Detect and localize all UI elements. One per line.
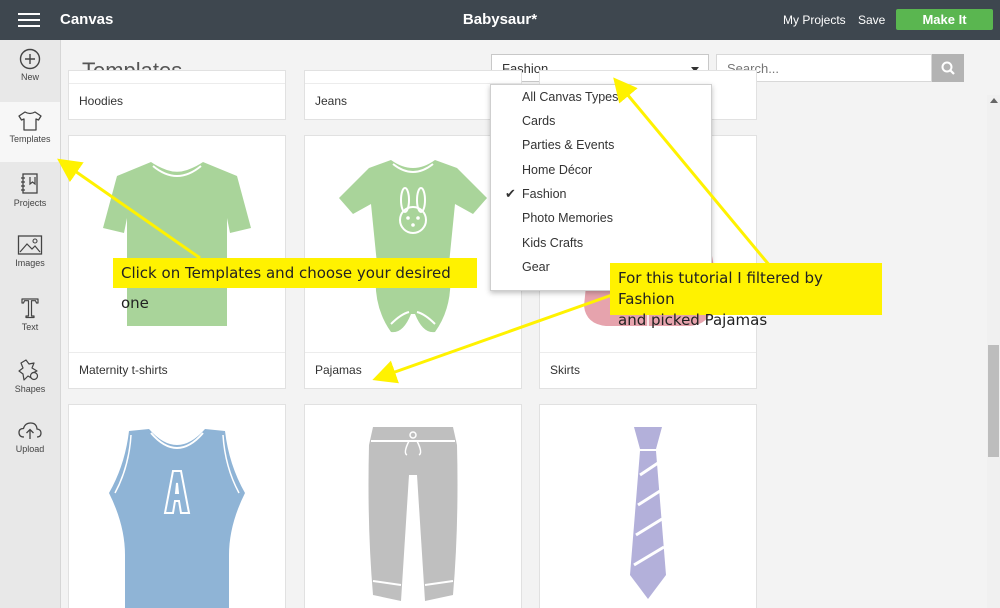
card-caption: Jeans — [305, 83, 521, 119]
template-card-pants[interactable] — [304, 404, 522, 608]
card-image — [305, 136, 521, 353]
sidebar-item-images[interactable]: Images — [0, 226, 60, 286]
sidebar-item-upload[interactable]: Upload — [0, 412, 60, 472]
sidebar-item-label: New — [20, 72, 39, 82]
dropdown-item-parties-events[interactable]: Parties & Events — [491, 133, 711, 157]
shapes-icon — [18, 359, 39, 381]
sidebar-item-label: Projects — [13, 198, 47, 208]
annotation-note-line: For this tutorial I filtered by Fashion — [618, 269, 823, 308]
card-caption: Hoodies — [69, 83, 285, 119]
dropdown-item-cards[interactable]: Cards — [491, 109, 711, 133]
scrollbar-thumb[interactable] — [988, 345, 999, 457]
plus-circle-icon — [19, 48, 41, 70]
sidebar-item-label: Templates — [9, 134, 51, 144]
dropdown-item-label: Gear — [522, 260, 550, 274]
annotation-note-line: and picked Pajamas — [618, 311, 768, 329]
category-dropdown-menu: All Canvas Types Cards Parties & Events … — [490, 84, 712, 291]
make-it-button[interactable]: Make It — [896, 9, 993, 30]
dropdown-item-all-canvas-types[interactable]: All Canvas Types — [491, 85, 711, 109]
projects-icon — [21, 173, 38, 194]
sidebar-item-new[interactable]: New — [0, 40, 60, 100]
sidebar-item-text[interactable]: Text — [0, 288, 60, 348]
sidebar-item-templates[interactable]: Templates — [0, 102, 60, 162]
annotation-note-templates: Click on Templates and choose your desir… — [113, 258, 477, 312]
sidebar-item-label: Shapes — [14, 384, 46, 394]
scroll-up-icon[interactable] — [990, 98, 998, 103]
card-caption: Pajamas — [305, 352, 521, 388]
left-sidebar: New Templates Projects Images Text Shape… — [0, 40, 61, 608]
card-caption: Maternity t-shirts — [69, 352, 285, 388]
dropdown-item-label: Home Décor — [522, 163, 593, 177]
text-icon — [21, 298, 39, 319]
upload-cloud-icon — [18, 422, 42, 439]
sidebar-item-label: Text — [21, 322, 39, 332]
pants-illustration — [368, 427, 458, 601]
save-button[interactable]: Save — [858, 13, 885, 27]
dropdown-item-home-decor[interactable]: Home Décor — [491, 158, 711, 182]
tie-illustration — [630, 427, 666, 599]
checkmark-icon: ✔ — [505, 186, 516, 201]
card-image — [305, 405, 521, 608]
document-title: Babysaur* — [462, 11, 538, 28]
dropdown-item-fashion[interactable]: ✔ Fashion — [491, 182, 711, 206]
card-image — [69, 136, 285, 353]
tshirt-icon — [18, 111, 42, 131]
sidebar-item-label: Upload — [15, 444, 45, 454]
dropdown-item-label: Cards — [522, 114, 556, 128]
dropdown-item-label: Photo Memories — [522, 211, 614, 225]
dropdown-item-kids-crafts[interactable]: Kids Crafts — [491, 231, 711, 255]
template-card-hoodies[interactable]: Hoodies — [68, 70, 286, 120]
tshirt-illustration — [103, 162, 251, 326]
dropdown-item-label: Fashion — [522, 187, 567, 201]
annotation-note-fashion: For this tutorial I filtered by Fashion … — [610, 263, 882, 329]
search-icon — [941, 61, 955, 75]
tank-top-illustration — [109, 429, 245, 608]
template-card-tie[interactable] — [539, 404, 757, 608]
dropdown-item-photo-memories[interactable]: Photo Memories — [491, 206, 711, 230]
dropdown-item-label: Kids Crafts — [522, 236, 584, 250]
sidebar-item-shapes[interactable]: Shapes — [0, 350, 60, 410]
card-image — [540, 405, 756, 608]
bunny-onesie-illustration — [339, 160, 487, 333]
dropdown-item-label: Parties & Events — [522, 138, 615, 152]
sidebar-item-projects[interactable]: Projects — [0, 164, 60, 224]
image-icon — [17, 235, 43, 255]
my-projects-link[interactable]: My Projects — [783, 13, 846, 27]
top-bar: Canvas Babysaur* My Projects Save Make I… — [0, 0, 1000, 40]
sidebar-item-label: Images — [15, 258, 45, 268]
search-button[interactable] — [932, 54, 964, 82]
template-card-tank-top[interactable] — [68, 404, 286, 608]
dropdown-item-label: All Canvas Types — [522, 90, 619, 104]
card-image — [69, 405, 285, 608]
card-caption: Skirts — [540, 352, 756, 388]
